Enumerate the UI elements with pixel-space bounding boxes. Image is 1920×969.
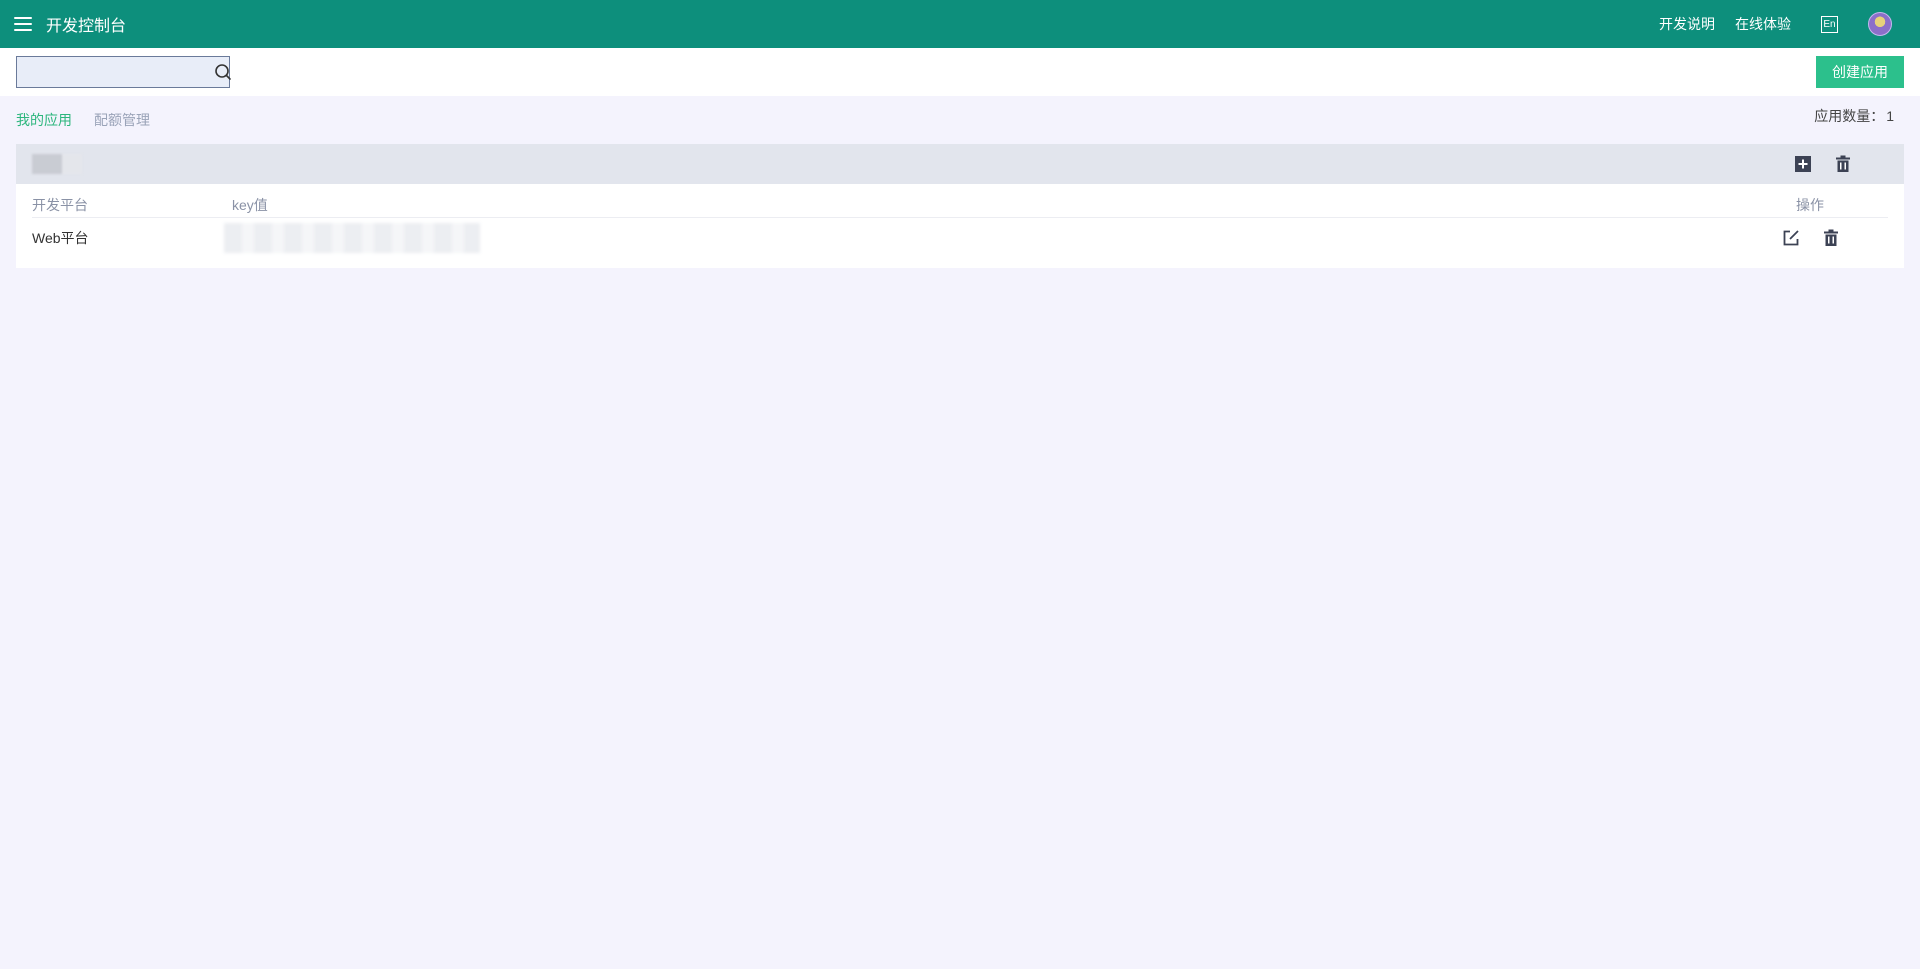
app-count: 应用数量： 1 xyxy=(1814,106,1894,126)
platform-cell: Web平台 xyxy=(32,230,89,246)
app-count-label: 应用数量： xyxy=(1814,108,1885,124)
table-header: 开发平台 key值 操作 xyxy=(32,192,1888,218)
tab-quota-management[interactable]: 配额管理 xyxy=(94,110,150,130)
delete-app-icon[interactable] xyxy=(1832,153,1854,175)
online-demo-link[interactable]: 在线体验 xyxy=(1735,14,1791,34)
edit-icon[interactable] xyxy=(1780,227,1802,249)
search-box xyxy=(16,56,232,88)
app-card-body: 开发平台 key值 操作 Web平台 xyxy=(16,184,1904,268)
app-count-value: 1 xyxy=(1886,108,1894,124)
search-icon[interactable] xyxy=(214,57,232,87)
app-card-actions xyxy=(1774,153,1854,175)
app-title: 开发控制台 xyxy=(46,18,127,35)
top-bar: 开发控制台 开发说明 在线体验 En xyxy=(0,0,1920,48)
menu-icon[interactable] xyxy=(14,17,32,31)
create-app-button[interactable]: 创建应用 xyxy=(1816,56,1904,88)
tab-my-apps[interactable]: 我的应用 xyxy=(16,110,72,130)
delete-platform-icon[interactable] xyxy=(1820,227,1842,249)
tabs-row: 我的应用 配额管理 应用数量： 1 xyxy=(0,96,1920,144)
key-value-redacted xyxy=(224,223,480,253)
search-input[interactable] xyxy=(17,57,214,87)
app-card: 开发平台 key值 操作 Web平台 xyxy=(16,144,1904,268)
add-platform-icon[interactable] xyxy=(1792,153,1814,175)
column-header-platform: 开发平台 xyxy=(32,196,88,213)
key-cell xyxy=(224,223,1796,253)
toolbar: 创建应用 xyxy=(0,48,1920,96)
column-header-actions: 操作 xyxy=(1796,196,1824,213)
avatar[interactable] xyxy=(1868,12,1892,36)
language-toggle-icon[interactable]: En xyxy=(1821,15,1838,33)
row-actions xyxy=(1783,227,1888,249)
app-name-redacted xyxy=(32,154,82,174)
table-row: Web平台 xyxy=(32,218,1888,258)
column-header-key: key值 xyxy=(232,196,268,213)
top-bar-right: 开发说明 在线体验 En xyxy=(1639,12,1906,36)
app-card-header xyxy=(16,144,1904,184)
dev-docs-link[interactable]: 开发说明 xyxy=(1659,14,1715,34)
